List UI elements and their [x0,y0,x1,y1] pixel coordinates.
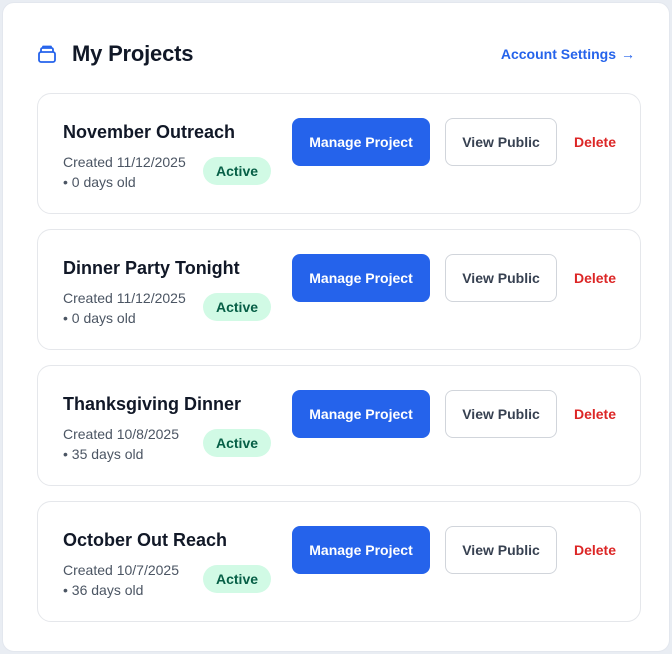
manage-project-button[interactable]: Manage Project [292,254,430,302]
delete-button[interactable]: Delete [568,526,622,574]
project-card: November Outreach Created 11/12/2025 • 0… [37,93,641,214]
delete-button[interactable]: Delete [568,118,622,166]
project-list: November Outreach Created 11/12/2025 • 0… [37,93,641,637]
archive-box-icon [37,44,57,64]
project-info: Thanksgiving Dinner Created 10/8/2025 • … [63,394,272,462]
delete-button[interactable]: Delete [568,254,622,302]
projects-panel: My Projects Account Settings → November … [2,2,670,652]
project-info: Dinner Party Tonight Created 11/12/2025 … [63,258,272,326]
project-meta: Created 11/12/2025 • 0 days old Active [63,288,273,338]
view-public-button[interactable]: View Public [445,118,557,166]
view-public-button[interactable]: View Public [445,526,557,574]
project-card: October Out Reach Created 10/7/2025 • 36… [37,501,641,622]
project-name: Thanksgiving Dinner [63,394,242,414]
account-settings-label: Account Settings [500,46,616,62]
project-name: October Out Reach [63,530,228,550]
project-meta: Created 10/7/2025 • 36 days old Active [63,560,273,610]
project-card: Thanksgiving Dinner Created 10/8/2025 • … [37,365,641,486]
page-title: My Projects [72,41,194,66]
project-meta: Created 11/12/2025 • 0 days old Active [63,152,273,202]
project-info: October Out Reach Created 10/7/2025 • 36… [63,530,272,598]
view-public-button[interactable]: View Public [445,254,557,302]
status-badge: Active [203,293,272,321]
arrow-right-icon: → [621,46,635,62]
project-info: November Outreach Created 11/12/2025 • 0… [63,122,272,190]
title-group: My Projects [37,41,193,67]
manage-project-button[interactable]: Manage Project [292,526,430,574]
project-name: November Outreach [63,122,236,142]
project-card: Dinner Party Tonight Created 11/12/2025 … [37,229,641,350]
account-settings-link[interactable]: Account Settings → [501,46,635,62]
manage-project-button[interactable]: Manage Project [292,118,430,166]
status-badge: Active [203,157,272,185]
view-public-button[interactable]: View Public [445,390,557,438]
projects-header: My Projects Account Settings → [37,39,635,69]
delete-button[interactable]: Delete [568,390,622,438]
manage-project-button[interactable]: Manage Project [292,390,430,438]
status-badge: Active [203,429,272,457]
project-meta: Created 10/8/2025 • 35 days old Active [63,424,273,474]
status-badge: Active [203,565,272,593]
project-name: Dinner Party Tonight [63,258,240,278]
